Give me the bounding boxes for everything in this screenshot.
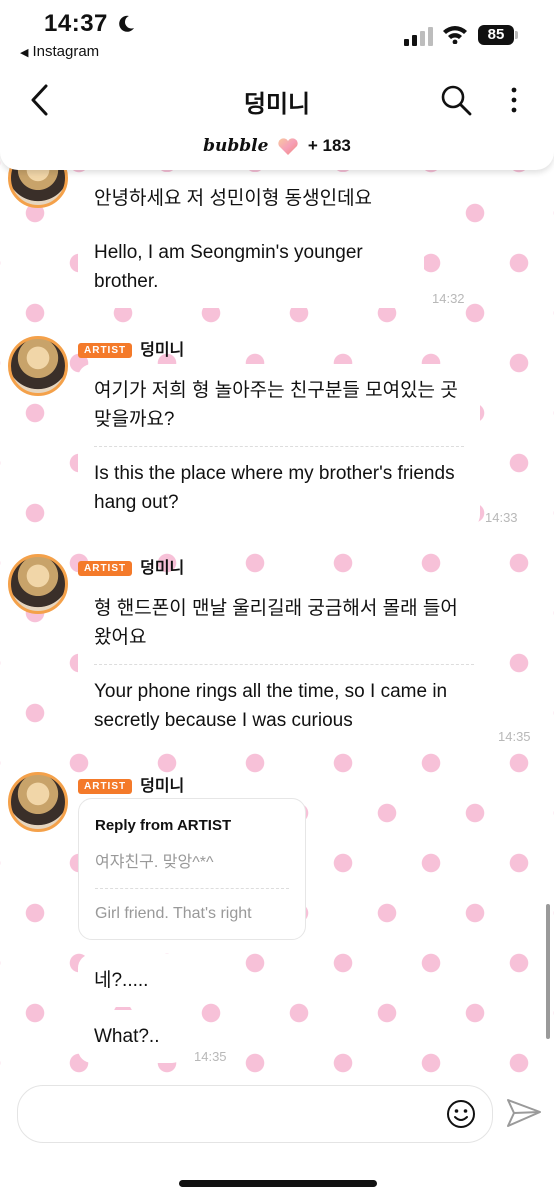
status-time: 14:37 bbox=[44, 10, 108, 37]
message-input[interactable] bbox=[17, 1085, 493, 1143]
message-english: Your phone rings all the time, so I came… bbox=[94, 664, 474, 747]
battery-indicator: 85 bbox=[478, 25, 514, 45]
avatar[interactable] bbox=[8, 554, 68, 614]
signal-icon bbox=[404, 27, 433, 46]
send-icon[interactable] bbox=[506, 1097, 542, 1129]
sender-name: 덩미니 bbox=[140, 778, 185, 795]
reply-korean: 여쟈친구. 맞앙^*^ bbox=[95, 854, 214, 871]
sender-row: ARTIST 덩미니 bbox=[78, 554, 184, 578]
message-korean: 여기가 저희 형 놀아주는 친구분들 모여있는 곳 맞을까요? bbox=[94, 380, 458, 430]
subscription-info: bubble + 183 bbox=[0, 136, 554, 156]
status-bar: 14:37 ◀ Instagram 85 bbox=[0, 0, 554, 70]
artist-badge: ARTIST bbox=[78, 343, 133, 358]
message-english: Is this the place where my brother's fri… bbox=[94, 446, 464, 529]
battery-tip bbox=[515, 31, 518, 39]
more-vertical-icon[interactable] bbox=[506, 84, 522, 116]
back-to-app-link[interactable]: ◀ Instagram bbox=[20, 43, 99, 60]
chat-area[interactable]: 안녕하세요 저 성민이형 동생인데요 Hello, I am Seongmin'… bbox=[0, 160, 554, 1075]
smile-icon[interactable] bbox=[446, 1099, 476, 1129]
wifi-icon bbox=[443, 26, 467, 44]
avatar[interactable] bbox=[8, 772, 68, 832]
message-bubble-translation: Hello, I am Seongmin's younger brother. bbox=[78, 226, 424, 308]
message-korean: 형 핸드폰이 맨날 울리길래 궁금해서 몰래 들어왔어요 bbox=[94, 598, 458, 648]
back-app-label: Instagram bbox=[32, 43, 100, 60]
heart-icon bbox=[278, 137, 298, 155]
reply-title: Reply from ARTIST bbox=[95, 817, 232, 834]
message-bubble: 여기가 저희 형 놀아주는 친구분들 모여있는 곳 맞을까요? Is this … bbox=[78, 364, 480, 529]
sender-name: 덩미니 bbox=[140, 560, 185, 577]
message-bubble: 안녕하세요 저 성민이형 동생인데요 bbox=[78, 172, 424, 225]
reply-card[interactable]: Reply from ARTIST 여쟈친구. 맞앙^*^ Girl frien… bbox=[78, 798, 306, 940]
search-icon[interactable] bbox=[440, 84, 472, 116]
message-time: 14:33 bbox=[485, 510, 518, 525]
message-bubble: 네?..... bbox=[78, 954, 186, 1007]
avatar[interactable] bbox=[8, 336, 68, 396]
moon-icon bbox=[119, 15, 134, 32]
artist-badge: ARTIST bbox=[78, 779, 133, 794]
message-time: 14:35 bbox=[194, 1049, 227, 1064]
message-korean: 네?..... bbox=[94, 970, 149, 991]
home-indicator[interactable] bbox=[179, 1180, 377, 1187]
back-triangle-icon: ◀ bbox=[20, 47, 29, 59]
bubble-logo: bubble bbox=[203, 136, 269, 156]
artist-badge: ARTIST bbox=[78, 561, 133, 576]
subscriber-count: + 183 bbox=[307, 136, 351, 155]
message-time: 14:32 bbox=[432, 291, 465, 306]
sender-name: 덩미니 bbox=[140, 342, 185, 359]
scrollbar[interactable] bbox=[546, 904, 550, 1039]
message-time: 14:35 bbox=[498, 729, 531, 744]
sender-row: ARTIST 덩미니 bbox=[78, 772, 184, 796]
message-bubble: 형 핸드폰이 맨날 울리길래 궁금해서 몰래 들어왔어요 Your phone … bbox=[78, 582, 490, 747]
chat-header: 덩미니 bubble + 183 bbox=[0, 70, 554, 170]
message-korean: 안녕하세요 저 성민이형 동생인데요 bbox=[94, 188, 373, 209]
reply-english: Girl friend. That's right bbox=[95, 888, 289, 939]
message-english: What?.. bbox=[94, 1026, 160, 1047]
sender-row: ARTIST 덩미니 bbox=[78, 336, 184, 360]
message-english: Hello, I am Seongmin's younger brother. bbox=[94, 242, 363, 292]
message-bubble-translation: What?.. bbox=[78, 1010, 186, 1063]
